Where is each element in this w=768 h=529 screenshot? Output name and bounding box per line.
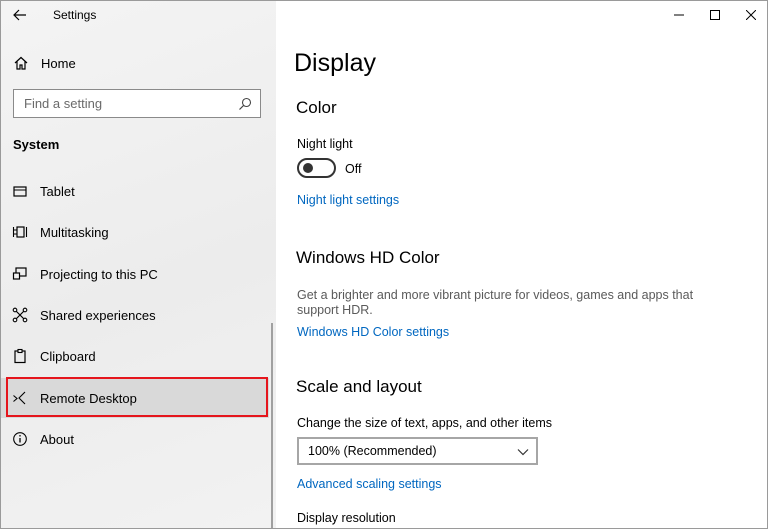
- search-input[interactable]: [15, 91, 225, 116]
- scale-dropdown[interactable]: 100% (Recommended): [297, 437, 538, 465]
- toggle-knob: [303, 163, 313, 173]
- main-content: Display Color Night light Off Night ligh…: [276, 1, 767, 528]
- sidebar-item-projecting[interactable]: Projecting to this PC: [1, 254, 269, 294]
- settings-window: Settings Home System Tablet Multitasking…: [0, 0, 768, 529]
- sidebar-item-clipboard[interactable]: Clipboard: [1, 336, 269, 376]
- sidebar-item-label: Clipboard: [40, 349, 96, 364]
- selection-highlight: [6, 377, 268, 417]
- shared-experiences-icon: [12, 307, 28, 323]
- info-icon: [13, 432, 27, 446]
- hd-color-settings-link[interactable]: Windows HD Color settings: [297, 325, 449, 339]
- sidebar: Settings Home System Tablet Multitasking…: [1, 1, 276, 528]
- minimize-button[interactable]: [661, 1, 697, 29]
- color-heading: Color: [296, 98, 337, 117]
- night-light-toggle[interactable]: [297, 158, 336, 178]
- sidebar-item-label: Tablet: [40, 184, 75, 199]
- sidebar-item-label: Shared experiences: [40, 308, 156, 323]
- back-button[interactable]: [7, 3, 33, 27]
- tablet-icon: [13, 186, 27, 197]
- title-bar: Settings: [1, 1, 276, 31]
- scale-dropdown-value: 100% (Recommended): [308, 444, 437, 458]
- advanced-scaling-link[interactable]: Advanced scaling settings: [297, 477, 442, 491]
- projecting-icon: [12, 267, 27, 280]
- sidebar-item-label: About: [40, 432, 74, 447]
- sidebar-scrollbar[interactable]: [271, 323, 273, 528]
- sidebar-item-multitasking[interactable]: Multitasking: [1, 212, 269, 252]
- multitasking-icon: [12, 226, 28, 238]
- home-icon: [14, 56, 28, 70]
- page-title: Display: [294, 49, 376, 77]
- close-icon: [746, 10, 756, 20]
- chevron-down-icon: [517, 449, 529, 456]
- app-title: Settings: [53, 8, 97, 22]
- size-label: Change the size of text, apps, and other…: [297, 416, 553, 430]
- maximize-button[interactable]: [697, 1, 733, 29]
- sidebar-item-tablet[interactable]: Tablet: [1, 171, 269, 211]
- night-light-state: Off: [345, 162, 362, 176]
- window-controls: [661, 1, 767, 31]
- search-box[interactable]: [13, 89, 261, 118]
- sidebar-item-label: Projecting to this PC: [40, 267, 158, 282]
- scale-layout-heading: Scale and layout: [296, 377, 422, 396]
- back-arrow-icon: [13, 9, 26, 21]
- clipboard-icon: [14, 348, 26, 364]
- sidebar-item-label: Home: [41, 56, 76, 71]
- sidebar-item-label: Multitasking: [40, 225, 109, 240]
- minimize-icon: [674, 14, 684, 16]
- night-light-settings-link[interactable]: Night light settings: [297, 193, 399, 207]
- section-title: System: [13, 137, 60, 152]
- display-resolution-label: Display resolution: [297, 511, 396, 525]
- sidebar-item-about[interactable]: About: [1, 419, 269, 459]
- night-light-label: Night light: [297, 137, 353, 151]
- search-icon[interactable]: [237, 96, 253, 112]
- maximize-icon: [710, 10, 720, 20]
- hd-color-description: Get a brighter and more vibrant picture …: [297, 288, 694, 317]
- close-button[interactable]: [733, 1, 767, 29]
- hd-color-heading: Windows HD Color: [296, 248, 440, 267]
- sidebar-item-home[interactable]: Home: [1, 49, 276, 77]
- sidebar-item-shared-experiences[interactable]: Shared experiences: [1, 295, 269, 335]
